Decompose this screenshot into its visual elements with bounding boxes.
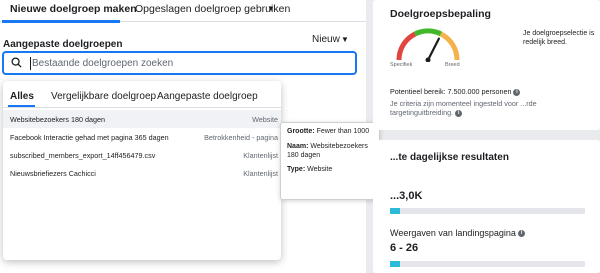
caret-down-icon[interactable]: ▼ (267, 4, 275, 13)
gauge-label-specific: Specifiek (390, 62, 413, 68)
audience-tooltip: Grootte: Fewer than 1000 Naam: Websitebe… (280, 122, 380, 200)
tab-custom[interactable]: Aangepaste doelgroep (157, 91, 258, 102)
tooltip-size: Grootte: Fewer than 1000 (287, 128, 370, 135)
tab-all[interactable]: Alles (10, 91, 34, 102)
audience-name: subscribed_members_export_14ff456479.csv (10, 151, 156, 160)
search-icon (11, 57, 22, 68)
tab-new-audience[interactable]: Nieuwe doelgroep maken (10, 3, 137, 15)
criteria-note: Je criteria zijn momenteel ingesteld voo… (390, 99, 537, 118)
active-tab-indicator (8, 105, 35, 107)
list-item[interactable]: Facebook Interactie gehad met pagina 365… (3, 128, 281, 146)
list-item[interactable]: subscribed_members_export_14ff456479.csv… (3, 146, 281, 164)
potential-reach: Potentieel bereik: 7.500.000 personen i (390, 87, 521, 96)
custom-audiences-label: Aangepaste doelgroepen (3, 39, 123, 50)
audience-type: Klantenlijst (243, 169, 278, 178)
audience-name: Facebook Interactie gehad met pagina 365… (10, 133, 169, 142)
metric-label: Weergaven van landingspagina i (390, 228, 525, 238)
card-title: Doelgroepsbepaling (390, 8, 491, 20)
progress-bar (390, 208, 585, 214)
list-item[interactable]: Nieuwsbriefiezers Cachicci Klantenlijst (3, 164, 281, 182)
active-tab-indicator (2, 20, 120, 23)
caret-down-icon[interactable]: ▼ (341, 35, 349, 44)
progress-bar (390, 261, 585, 267)
audience-name: Nieuwsbriefiezers Cachicci (10, 169, 96, 178)
audience-type: Betrokkenheid - pagina (204, 133, 278, 142)
text-cursor (30, 57, 31, 70)
info-icon[interactable]: i (517, 230, 525, 238)
gauge-label-broad: Breed (445, 62, 460, 68)
info-icon[interactable]: i (455, 109, 463, 117)
audience-type: Website (252, 115, 278, 124)
daily-results-card: ...te dagelijkse resultaten ...3,0K Weer… (373, 140, 600, 273)
search-input[interactable] (32, 54, 342, 72)
dropdown-tabs: Alles Vergelijkbare doelgroep Aangepaste… (3, 81, 281, 108)
audience-definition-card: Doelgroepsbepaling Specifiek Breed Je do… (373, 0, 600, 130)
audience-search-box[interactable] (2, 51, 357, 75)
audience-dropdown: Alles Vergelijkbare doelgroep Aangepaste… (3, 81, 281, 260)
metric-value: ...3,0K (390, 190, 423, 202)
audience-type: Klantenlijst (243, 151, 278, 160)
progress-fill (390, 208, 400, 214)
tooltip-type: Type: Website (287, 166, 333, 174)
audience-description: Je doelgroepselectie is redelijk breed. (523, 30, 595, 47)
progress-fill (390, 261, 400, 267)
metric-value: 6 - 26 (390, 242, 419, 254)
tab-lookalike[interactable]: Vergelijkbare doelgroep (51, 91, 156, 102)
card-title: ...te dagelijkse resultaten (390, 152, 509, 163)
tooltip-name: Naam: Websitebezoekers 180 dagen (287, 142, 368, 159)
list-item[interactable]: Websitebezoekers 180 dagen Website (3, 110, 281, 128)
info-icon[interactable]: i (513, 88, 521, 96)
sort-dropdown[interactable]: Nieuw (312, 34, 340, 45)
audience-tabs: Nieuwe doelgroep maken Opgeslagen doelgr… (0, 0, 366, 23)
audience-gauge (396, 28, 460, 62)
audience-name: Websitebezoekers 180 dagen (10, 115, 105, 124)
